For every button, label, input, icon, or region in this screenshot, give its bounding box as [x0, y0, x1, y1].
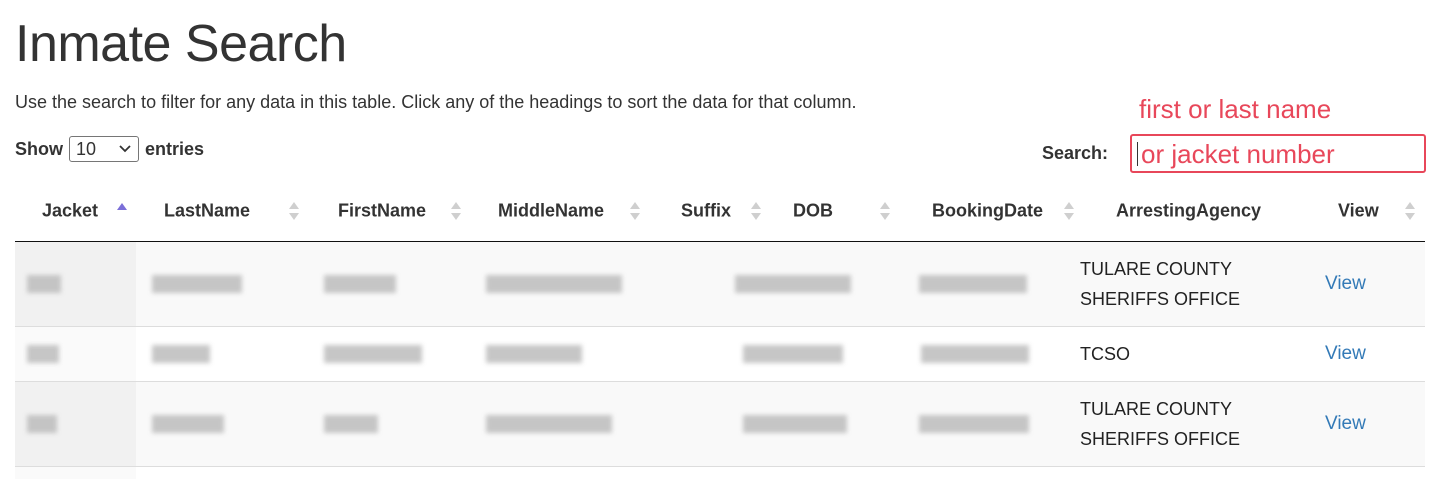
agency-line: TULARE COUNTY — [1080, 398, 1233, 419]
redacted-value — [743, 414, 847, 433]
redacted-value — [324, 344, 422, 363]
cell-view: View — [1311, 381, 1425, 467]
sort-ascending-icon — [117, 202, 127, 210]
cell-dob — [743, 381, 889, 467]
cell-arrestingagency: TULARE COUNTY SHERIFFS OFFICE — [1073, 241, 1311, 327]
cell-arrestingagency: TCSO — [1073, 326, 1311, 382]
cell-bookingdate — [889, 326, 1073, 382]
entries-selected-value: 10 — [76, 138, 97, 159]
column-header-dob[interactable]: DOB — [751, 181, 890, 242]
redacted-value — [486, 414, 612, 433]
cell-suffix — [639, 381, 751, 467]
inmate-results-table: Jacket LastName FirstName MiddleName Suf… — [15, 181, 1425, 479]
search-input[interactable]: or jacket number — [1130, 134, 1426, 173]
redacted-value — [152, 344, 210, 363]
cell-firstname — [296, 326, 456, 382]
column-header-arrestingagency[interactable]: ArrestingAgency — [1073, 181, 1311, 242]
search-hint-annotation: first or last name — [1139, 94, 1332, 124]
redacted-value — [27, 274, 61, 293]
entries-label: entries — [145, 138, 205, 159]
cell-lastname — [136, 326, 296, 382]
agency-line: SHERIFFS OFFICE — [1080, 288, 1241, 309]
cell-arrestingagency: TULARE COUNTY SHERIFFS OFFICE — [1073, 381, 1311, 467]
text-cursor — [1137, 141, 1138, 166]
redacted-value — [921, 344, 1029, 363]
redacted-value — [919, 414, 1029, 433]
redacted-value — [27, 344, 59, 363]
table-row: TULARE COUNTY SHERIFFS OFFICE View — [15, 381, 1425, 467]
column-header-label: FirstName — [338, 200, 427, 221]
redacted-value — [486, 274, 622, 293]
column-header-view[interactable]: View — [1311, 181, 1425, 242]
redacted-value — [735, 274, 851, 293]
agency-line: TULARE COUNTY — [1080, 258, 1233, 279]
column-header-label: View — [1338, 200, 1379, 221]
column-header-label: LastName — [164, 200, 251, 221]
redacted-value — [324, 274, 396, 293]
redacted-value — [27, 414, 57, 433]
column-header-suffix[interactable]: Suffix — [639, 181, 761, 242]
cell-view: View — [1311, 326, 1425, 382]
redacted-value — [324, 414, 378, 433]
view-link[interactable]: View — [1325, 413, 1366, 435]
sort-icon — [1405, 201, 1415, 220]
column-header-label: ArrestingAgency — [1116, 200, 1262, 221]
redacted-value — [486, 344, 582, 363]
column-header-label: Jacket — [42, 200, 99, 221]
table-row: TULARE COUNTY SHERIFFS OFFICE View — [15, 241, 1425, 327]
cell-middlename — [456, 241, 639, 327]
cell-dob — [735, 241, 889, 327]
view-link[interactable]: View — [1325, 273, 1366, 295]
column-header-bookingdate[interactable]: BookingDate — [889, 181, 1074, 242]
agency-line: TCSO — [1080, 343, 1131, 364]
table-row: TCSO View — [15, 326, 1425, 382]
column-header-label: DOB — [793, 200, 833, 221]
show-label: Show — [15, 138, 63, 159]
entries-length-control: Show 10 entries — [15, 136, 204, 162]
chevron-down-icon — [119, 145, 131, 153]
cell-jacket — [15, 241, 136, 327]
cell-firstname — [296, 241, 456, 327]
instructions-text: Use the search to filter for any data in… — [15, 92, 857, 112]
cell-lastname — [136, 241, 296, 327]
entries-select[interactable]: 10 — [69, 136, 139, 162]
column-header-label: MiddleName — [498, 200, 605, 221]
cell-firstname — [296, 381, 456, 467]
cell-bookingdate — [889, 241, 1073, 327]
cell-middlename — [456, 381, 639, 467]
redacted-value — [743, 344, 843, 363]
cell-view: View — [1311, 241, 1425, 327]
cell-dob — [743, 326, 889, 382]
cell-jacket — [15, 326, 136, 382]
inmate-search-page: Inmate Search Use the search to filter f… — [0, 0, 1439, 479]
view-link[interactable]: View — [1325, 343, 1366, 365]
column-header-jacket[interactable]: Jacket — [15, 181, 136, 242]
cell-lastname — [136, 381, 296, 467]
page-title: Inmate Search — [15, 15, 347, 73]
redacted-value — [919, 274, 1027, 293]
cell-jacket — [15, 381, 136, 467]
cell-suffix — [639, 326, 751, 382]
agency-line: SHERIFFS OFFICE — [1080, 428, 1241, 449]
column-header-label: BookingDate — [932, 200, 1044, 221]
cell-middlename — [456, 326, 639, 382]
redacted-value — [152, 414, 224, 433]
column-header-firstname[interactable]: FirstName — [296, 181, 461, 242]
column-header-middlename[interactable]: MiddleName — [456, 181, 640, 242]
table-row — [15, 466, 1425, 479]
cell-bookingdate — [889, 381, 1073, 467]
search-hint-annotation-line2: or jacket number — [1141, 138, 1335, 169]
column-header-lastname[interactable]: LastName — [136, 181, 299, 242]
column-header-label: Suffix — [681, 200, 732, 221]
redacted-value — [152, 274, 242, 293]
search-label: Search: — [1042, 143, 1109, 163]
